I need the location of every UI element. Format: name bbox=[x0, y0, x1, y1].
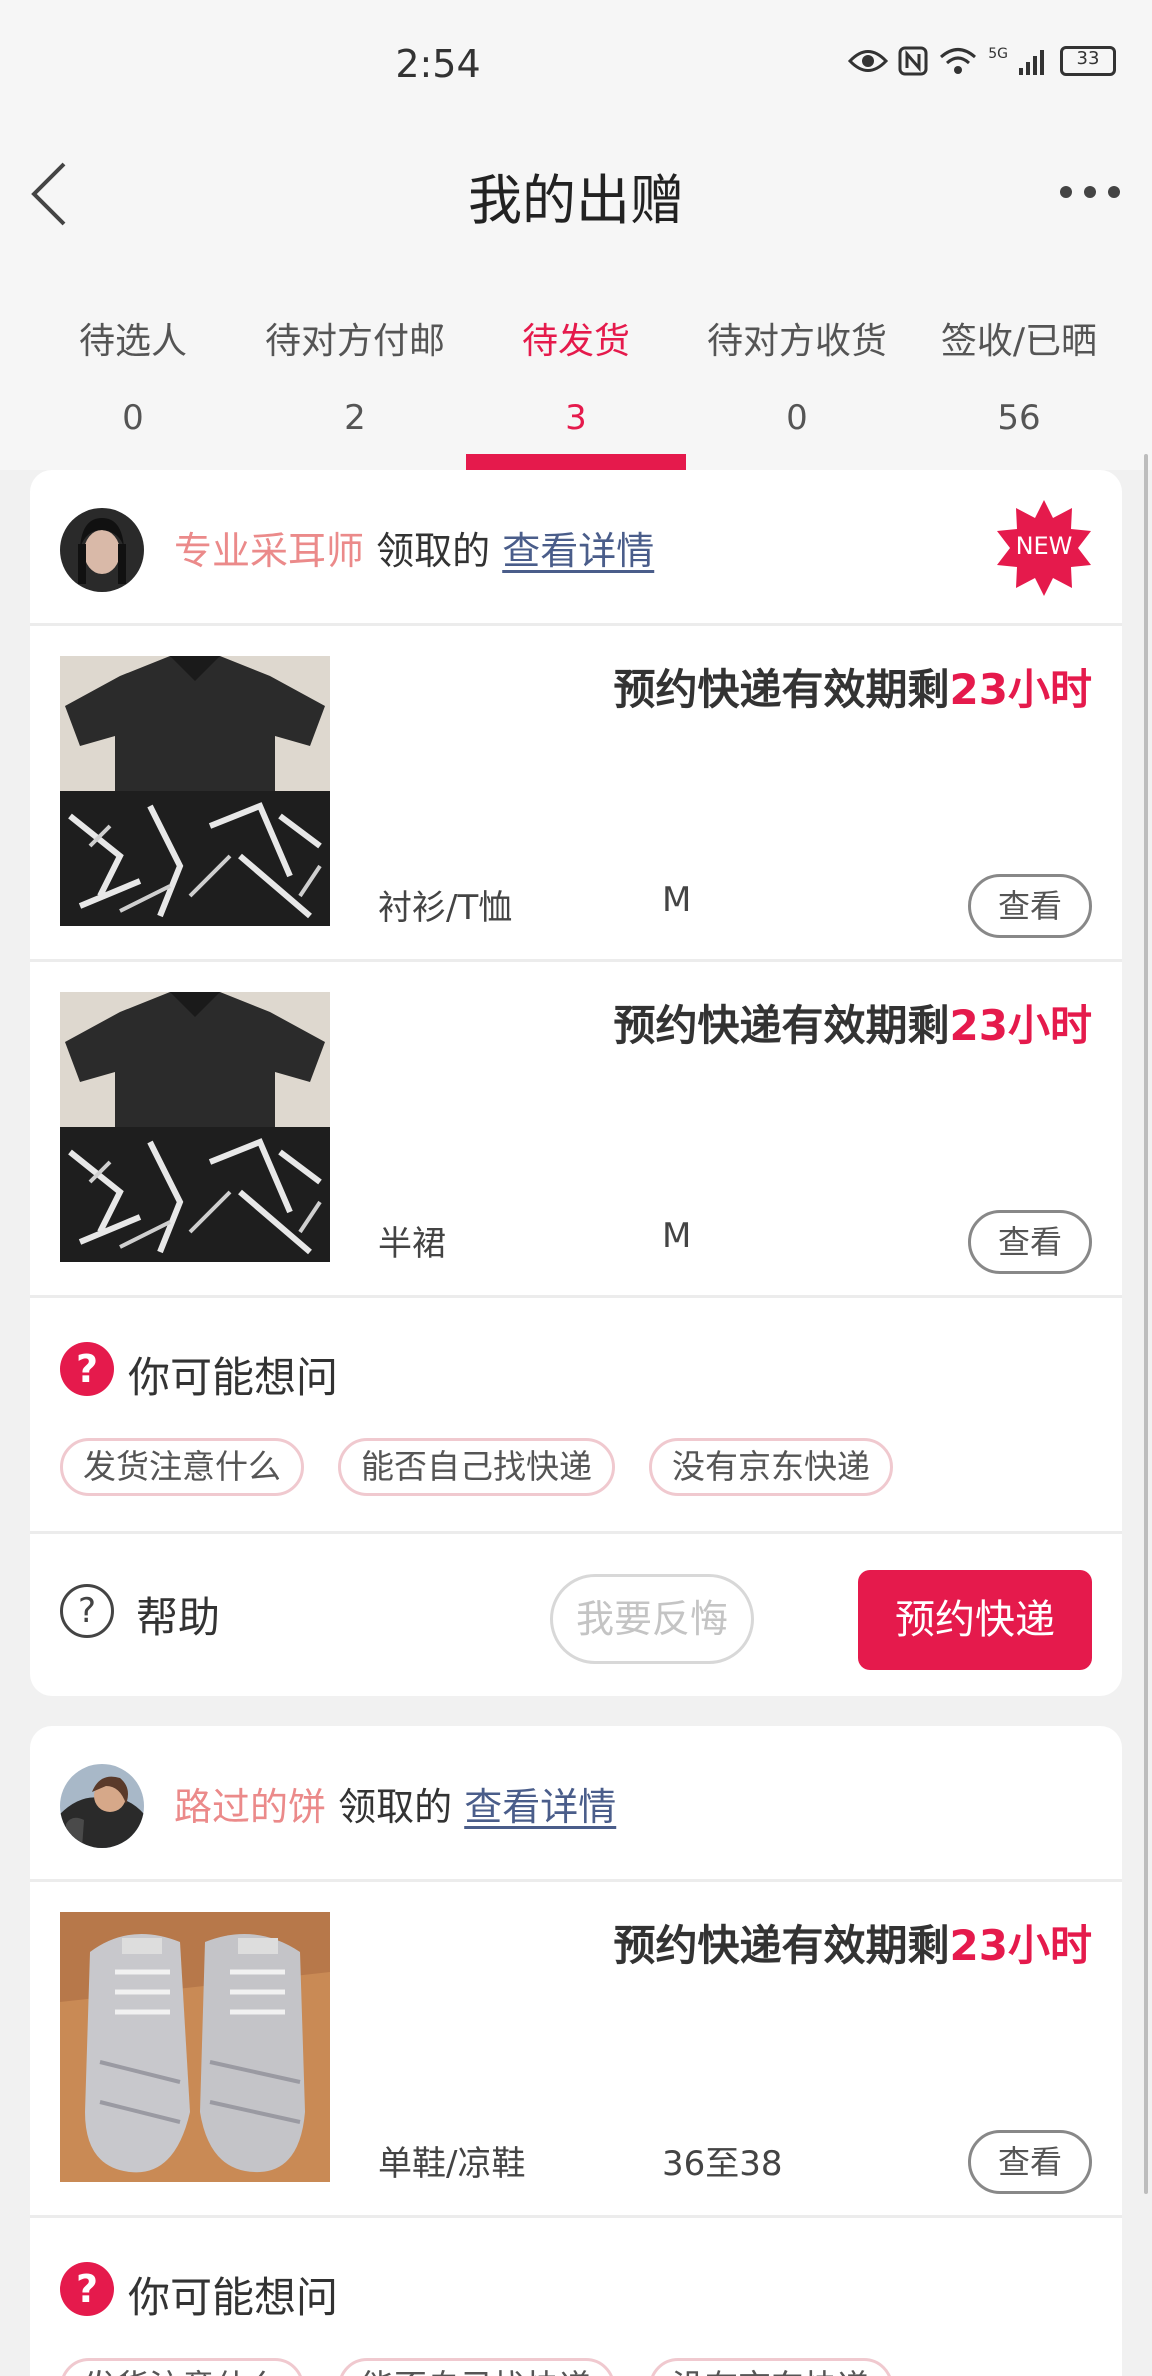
tab-pending-postage[interactable]: 待对方付邮 2 bbox=[240, 260, 470, 470]
view-details-link[interactable]: 查看详情 bbox=[464, 1785, 616, 1829]
item-photo[interactable] bbox=[60, 656, 330, 926]
active-tab-indicator bbox=[466, 454, 686, 470]
expiry-hours: 23小时 bbox=[949, 1921, 1092, 1970]
received-label: 领取的 bbox=[376, 529, 491, 573]
tab-count: 0 bbox=[786, 398, 808, 438]
item-size: M bbox=[662, 880, 692, 920]
view-button[interactable]: 查看 bbox=[968, 2130, 1092, 2194]
avatar[interactable] bbox=[60, 508, 144, 592]
item-size: M bbox=[662, 1216, 692, 1256]
tab-pending-receipt[interactable]: 待对方收货 0 bbox=[682, 260, 912, 470]
view-button[interactable]: 查看 bbox=[968, 1210, 1092, 1274]
eye-icon bbox=[848, 50, 889, 72]
book-courier-button[interactable]: 预约快递 bbox=[858, 1570, 1092, 1670]
view-details-link[interactable]: 查看详情 bbox=[502, 529, 654, 573]
battery-level: 33 bbox=[1076, 48, 1100, 69]
new-badge-label: NEW bbox=[1015, 532, 1073, 560]
faq-section: ? 你可能想问 发货注意什么 能否自己找快递 没有京东快递 bbox=[30, 1298, 1122, 1534]
faq-chips: 发货注意什么 能否自己找快递 没有京东快递 bbox=[60, 1438, 893, 1496]
username[interactable]: 路过的饼 bbox=[174, 1785, 326, 1829]
nav-bar: 我的出赠 bbox=[0, 130, 1152, 260]
page-title: 我的出赠 bbox=[468, 169, 684, 232]
faq-chip[interactable]: 能否自己找快递 bbox=[338, 2358, 615, 2376]
received-label: 领取的 bbox=[338, 1785, 453, 1829]
regret-button[interactable]: 我要反悔 bbox=[550, 1574, 754, 1664]
battery-icon: 33 bbox=[1060, 46, 1116, 76]
faq-chip[interactable]: 发货注意什么 bbox=[60, 2358, 304, 2376]
tab-signed-shared[interactable]: 签收/已晒 56 bbox=[904, 260, 1134, 470]
expiry-prefix: 预约快递有效期剩 bbox=[613, 1921, 950, 1970]
tab-label: 待对方收货 bbox=[706, 321, 887, 362]
tab-pending-ship[interactable]: 待发货 3 bbox=[461, 260, 691, 470]
tab-pending-select[interactable]: 待选人 0 bbox=[18, 260, 248, 470]
tab-count: 56 bbox=[997, 398, 1041, 438]
tab-count: 0 bbox=[122, 398, 144, 438]
expiry-text: 预约快递有效期剩23小时 bbox=[614, 656, 1092, 717]
card-header: 专业采耳师 领取的 查看详情 NEW bbox=[30, 470, 1122, 626]
new-badge: NEW bbox=[994, 498, 1094, 598]
gift-item: 预约快递有效期剩23小时 衬衫/T恤 M 查看 bbox=[30, 626, 1122, 962]
item-photo[interactable] bbox=[60, 1912, 330, 2182]
status-tabs: 待选人 0 待对方付邮 2 待发货 3 待对方收货 0 签收/已晒 56 bbox=[0, 260, 1152, 470]
faq-chips: 发货注意什么 能否自己找快递 没有京东快递 bbox=[60, 2358, 893, 2376]
expiry-prefix: 预约快递有效期剩 bbox=[613, 1001, 950, 1050]
card-header-text: 路过的饼 领取的 查看详情 bbox=[174, 1776, 616, 1831]
gift-card: 专业采耳师 领取的 查看详情 NEW 预约快递有效期剩23小时 衬衫/T恤 M … bbox=[30, 470, 1122, 1696]
faq-title: 你可能想问 bbox=[128, 2273, 339, 2322]
tab-label: 待对方付邮 bbox=[264, 321, 445, 362]
more-icon[interactable] bbox=[1060, 180, 1120, 204]
view-button[interactable]: 查看 bbox=[968, 874, 1092, 938]
gift-item: 预约快递有效期剩23小时 半裙 M 查看 bbox=[30, 962, 1122, 1298]
faq-chip[interactable]: 发货注意什么 bbox=[60, 1438, 304, 1496]
expiry-prefix: 预约快递有效期剩 bbox=[613, 665, 950, 714]
item-size: 36至38 bbox=[662, 2144, 783, 2184]
wifi-icon bbox=[940, 48, 977, 74]
expiry-text: 预约快递有效期剩23小时 bbox=[614, 992, 1092, 1053]
item-category: 半裙 bbox=[378, 1224, 446, 1264]
faq-chip[interactable]: 能否自己找快递 bbox=[338, 1438, 615, 1496]
item-category: 单鞋/凉鞋 bbox=[378, 2144, 526, 2184]
expiry-text: 预约快递有效期剩23小时 bbox=[614, 1912, 1092, 1973]
gift-item: 预约快递有效期剩23小时 单鞋/凉鞋 36至38 查看 bbox=[30, 1882, 1122, 2218]
card-header-text: 专业采耳师 领取的 查看详情 bbox=[174, 520, 654, 575]
tab-count: 2 bbox=[344, 398, 366, 438]
card-header: 路过的饼 领取的 查看详情 bbox=[30, 1726, 1122, 1882]
help-label[interactable]: 帮助 bbox=[136, 1584, 220, 1645]
status-bar: 2:54 5G 33 bbox=[0, 0, 1152, 130]
question-icon: ? bbox=[60, 1342, 114, 1396]
faq-title: 你可能想问 bbox=[128, 1353, 339, 1402]
scrollbar[interactable] bbox=[1144, 454, 1148, 2194]
signal-icon bbox=[1019, 50, 1044, 75]
item-photo[interactable] bbox=[60, 992, 330, 1262]
faq-chip[interactable]: 没有京东快递 bbox=[649, 1438, 893, 1496]
question-icon: ? bbox=[60, 2262, 114, 2316]
network-type: 5G bbox=[988, 46, 1008, 62]
expiry-hours: 23小时 bbox=[949, 1001, 1092, 1050]
card-actions: ? 帮助 我要反悔 预约快递 bbox=[30, 1534, 1122, 1674]
tab-label: 待发货 bbox=[521, 321, 630, 362]
help-icon[interactable]: ? bbox=[60, 1584, 114, 1638]
nfc-icon bbox=[898, 46, 928, 76]
expiry-hours: 23小时 bbox=[949, 665, 1092, 714]
status-time: 2:54 bbox=[395, 42, 481, 86]
tab-label: 待选人 bbox=[78, 321, 187, 362]
tab-label: 签收/已晒 bbox=[940, 321, 1098, 362]
gift-card: 路过的饼 领取的 查看详情 预约快递有效期剩23小时 单鞋/凉鞋 36至38 查… bbox=[30, 1726, 1122, 2376]
item-category: 衬衫/T恤 bbox=[378, 888, 513, 928]
faq-section: ? 你可能想问 发货注意什么 能否自己找快递 没有京东快递 bbox=[30, 2218, 1122, 2376]
username[interactable]: 专业采耳师 bbox=[174, 529, 364, 573]
faq-chip[interactable]: 没有京东快递 bbox=[649, 2358, 893, 2376]
tab-count: 3 bbox=[565, 398, 587, 438]
avatar[interactable] bbox=[60, 1764, 144, 1848]
status-icons: 5G 33 bbox=[848, 46, 1116, 76]
